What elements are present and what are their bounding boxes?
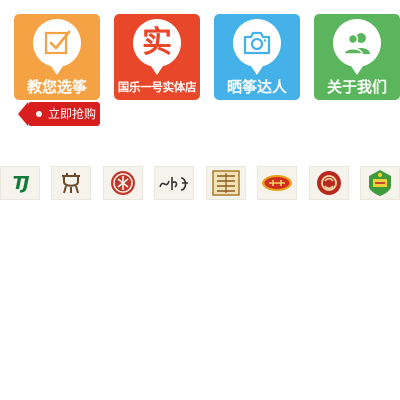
tile-showcase[interactable]: 晒筝达人 — [214, 14, 300, 100]
red-round-seal-brand-logo[interactable] — [309, 166, 349, 200]
tile-label: 晒筝达人 — [226, 78, 287, 96]
checklist-icon — [33, 19, 81, 75]
tag-hole-icon — [36, 111, 42, 117]
tile-label: 教您选筝 — [26, 78, 87, 96]
tile-label: 国乐一号实体店 — [117, 80, 197, 94]
store-seal-glyph: 实 — [142, 25, 172, 60]
tj-brand-logo[interactable]: TJ — [0, 166, 40, 200]
bronze-vessel-brand-logo[interactable] — [51, 166, 91, 200]
red-oval-brand-logo[interactable] — [257, 166, 297, 200]
calligraphy-brand-logo[interactable] — [154, 166, 194, 200]
red-seal-brand-logo[interactable] — [103, 166, 143, 200]
camera-icon — [233, 19, 281, 75]
green-crest-brand-logo[interactable] — [360, 166, 400, 200]
users-icon — [333, 19, 381, 75]
buy-now-button[interactable]: 立即抢购 — [18, 102, 100, 126]
tile-guide[interactable]: 教您选筝 — [14, 14, 100, 100]
store-seal-icon: 实 — [133, 19, 181, 75]
buy-now-label: 立即抢购 — [48, 107, 97, 121]
tile-store[interactable]: 实 国乐一号实体店 — [114, 14, 200, 100]
tile-label: 关于我们 — [326, 78, 387, 96]
tj-brand-text: TJ — [12, 172, 30, 194]
golden-scroll-brand-logo[interactable] — [206, 166, 246, 200]
tile-about[interactable]: 关于我们 — [314, 14, 400, 100]
